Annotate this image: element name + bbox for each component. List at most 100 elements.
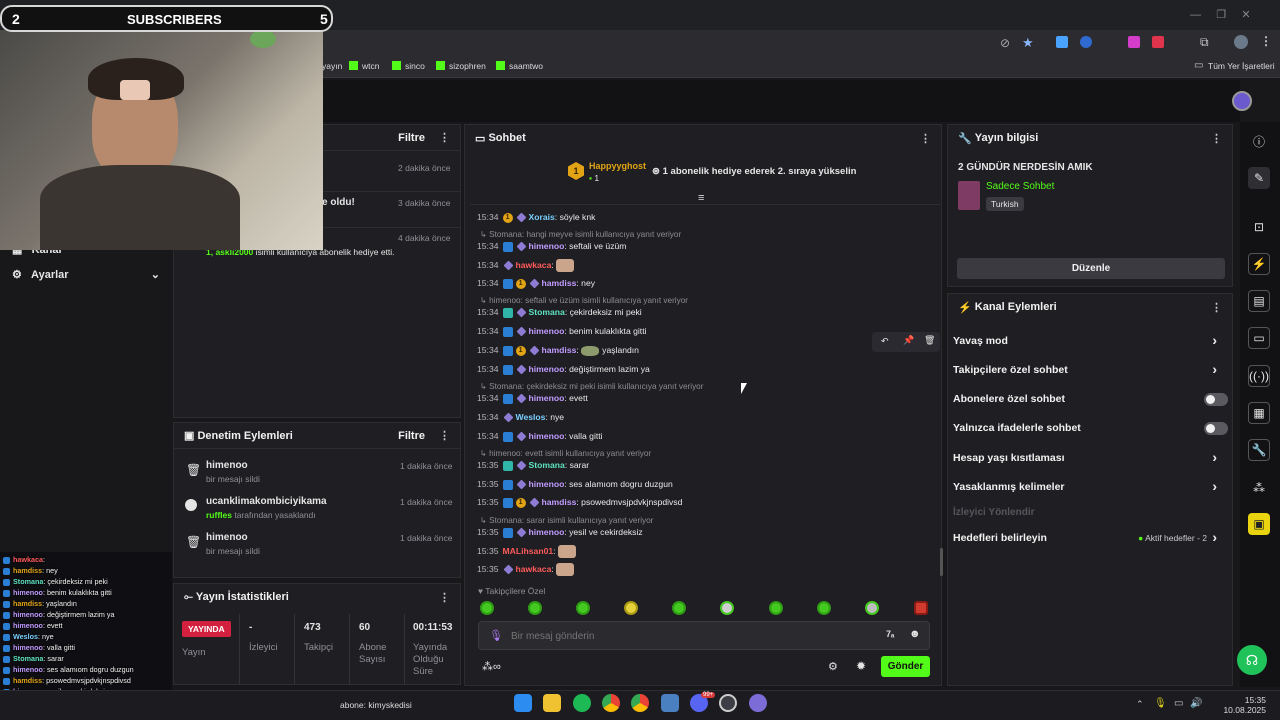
chat-message[interactable]: 15:35 Stomana: sarar [477,459,589,471]
filter-button[interactable]: Filtre [398,430,425,442]
window-controls[interactable]: — ❐ ✕ [1190,8,1251,21]
message-username[interactable]: Weslos [516,412,546,422]
more-icon[interactable]: ⋮ [920,132,931,145]
chat-message[interactable]: 15:34 himenoo: benim kulaklıkta gitti [477,325,647,337]
pin-icon[interactable]: 📌 [903,335,914,346]
chat-message[interactable]: 15:34 himenoo: değiştirmem lazim ya [477,363,650,375]
clapper-icon[interactable]: ▣ [1248,513,1270,535]
message-username[interactable]: himenoo [529,393,565,403]
bookmark-star-icon[interactable]: ★ [1022,35,1034,51]
chat-message[interactable]: 15:35 hawkaca: [477,563,575,577]
reply-icon[interactable]: ↶ [881,336,889,347]
extensions-puzzle-icon[interactable]: ⧉ [1200,35,1209,50]
mod-user[interactable]: himenoo [206,532,248,543]
message-username[interactable]: Stomana [529,460,565,470]
more-icon[interactable]: ⋮ [439,131,450,144]
document-icon[interactable]: ▤ [1248,290,1270,312]
more-icon[interactable]: ⋮ [439,429,450,442]
chat-message[interactable]: 15:34 1 hamdiss: yaşlandın [477,344,639,356]
mic-icon[interactable]: 🎙 [489,629,503,642]
setting-account-age[interactable]: Hesap yaşı kısıtlaması › [953,449,1229,465]
emote[interactable] [720,601,734,615]
bookmark-item[interactable]: saamtwo [509,61,543,71]
broadcast-icon[interactable]: ((·)) [1248,365,1270,387]
emote[interactable] [480,601,494,615]
chrome-icon[interactable] [602,694,620,712]
chat-message[interactable]: 15:35 MALihsan01: [477,545,576,559]
emote[interactable] [817,601,831,615]
message-username[interactable]: Xorais [529,212,555,222]
chat-message[interactable]: 15:34 Weslos: nye [477,411,564,423]
message-username[interactable]: hawkaca [516,564,552,574]
user-avatar[interactable] [1232,91,1252,111]
chat-message[interactable]: 15:35 himenoo: ses alamıom dogru duzgun [477,478,673,490]
bookmark-item[interactable]: wtcn [362,61,379,71]
trash-icon[interactable]: 🗑 [924,335,935,346]
chat-message[interactable]: 15:34 himenoo: evett [477,392,588,404]
chat-message[interactable]: 15:35 1 hamdiss: psowedmvsjpdvkjnspdivsd [477,496,682,508]
emoji-icon[interactable]: ☻ [909,628,921,640]
more-icon[interactable]: ⋮ [439,591,450,604]
more-icon[interactable]: ⋮ [1211,301,1222,314]
more-icon[interactable]: ⋮ [1211,132,1222,145]
emote[interactable] [624,601,638,615]
setting-followers-only[interactable]: Takipçilere özel sohbet › [953,361,1229,377]
mod-user[interactable]: himenoo [206,460,248,471]
message-input[interactable] [511,628,871,644]
message-username[interactable]: Stomana [529,307,565,317]
message-username[interactable]: himenoo [529,241,565,251]
message-username[interactable]: MALihsan01 [503,546,554,556]
badge-icon[interactable]: ✹ [856,659,866,673]
browser-menu-icon[interactable]: ⋮ [1260,34,1272,48]
chat-message[interactable]: 15:35 himenoo: yesil ve cekirdeksiz [477,526,643,538]
subscribers-only-toggle[interactable] [1204,393,1228,406]
windows-start-icon[interactable] [514,694,532,712]
app-icon[interactable] [661,694,679,712]
message-username[interactable]: hawkaca [516,260,552,270]
mic-tray-icon[interactable]: 🎙 [1154,698,1167,709]
message-username[interactable]: himenoo [529,479,565,489]
message-username[interactable]: hamdiss [542,497,577,507]
extension-icon[interactable] [1056,36,1068,48]
emote[interactable] [528,601,542,615]
bookmark-item[interactable]: yayın [322,61,342,71]
chat-icon[interactable]: ▭ [1248,327,1270,349]
tracking-icon[interactable]: ⊘ [1000,36,1010,50]
message-username[interactable]: himenoo [529,527,565,537]
gear-icon[interactable]: ⚙ [828,660,838,673]
message-username[interactable]: himenoo [529,364,565,374]
setting-banned-words[interactable]: Yasaklanmış kelimeler › [953,478,1229,494]
message-username[interactable]: himenoo [529,431,565,441]
message-username[interactable]: hamdiss [542,278,577,288]
extension-icon[interactable] [1080,36,1092,48]
translate-icon[interactable]: 7ₐ [886,629,894,639]
chat-message[interactable]: 15:34 himenoo: valla gitti [477,430,603,442]
file-explorer-icon[interactable] [543,694,561,712]
bookmark-item[interactable]: sinco [405,61,425,71]
pinned-user[interactable]: Happyyghost [589,161,646,171]
collapse-icon[interactable]: ≡ [698,192,704,204]
emotes-only-toggle[interactable] [1204,422,1228,435]
message-username[interactable]: hamdiss [542,345,577,355]
apps-icon[interactable]: ⁂ [1248,477,1270,499]
send-button[interactable]: Gönder [881,656,930,677]
obs-icon[interactable] [719,694,737,712]
chat-message[interactable]: 15:34 himenoo: seftali ve üzüm [477,240,626,252]
extension-icon[interactable] [1128,36,1140,48]
setting-targets[interactable]: Hedefleri belirleyin ● Aktif hedefler - 2… [953,529,1229,545]
chat-scrollbar[interactable] [940,548,943,576]
nav-ayarlar[interactable]: ⚙ Ayarlar ⌄ [12,268,160,281]
extension-icon[interactable] [1152,36,1164,48]
chat-message[interactable]: 15:34 Stomana: çekirdeksiz mi peki [477,306,642,318]
crop-icon[interactable]: ⊡ [1248,216,1270,238]
emote[interactable] [576,601,590,615]
tray-chevron-icon[interactable]: ⌃ [1136,699,1144,710]
info-icon[interactable]: ⓘ [1248,130,1270,152]
infinity-icon[interactable]: ⁂∞ [482,660,501,673]
emote[interactable] [865,601,879,615]
category-link[interactable]: Sadece Sohbet [986,181,1054,192]
profile-avatar[interactable] [1234,35,1248,49]
emote[interactable] [914,601,928,615]
mod-user[interactable]: ucanklimakombiciyikama [206,496,327,507]
wrench-icon[interactable]: 🔧 [1248,439,1270,461]
